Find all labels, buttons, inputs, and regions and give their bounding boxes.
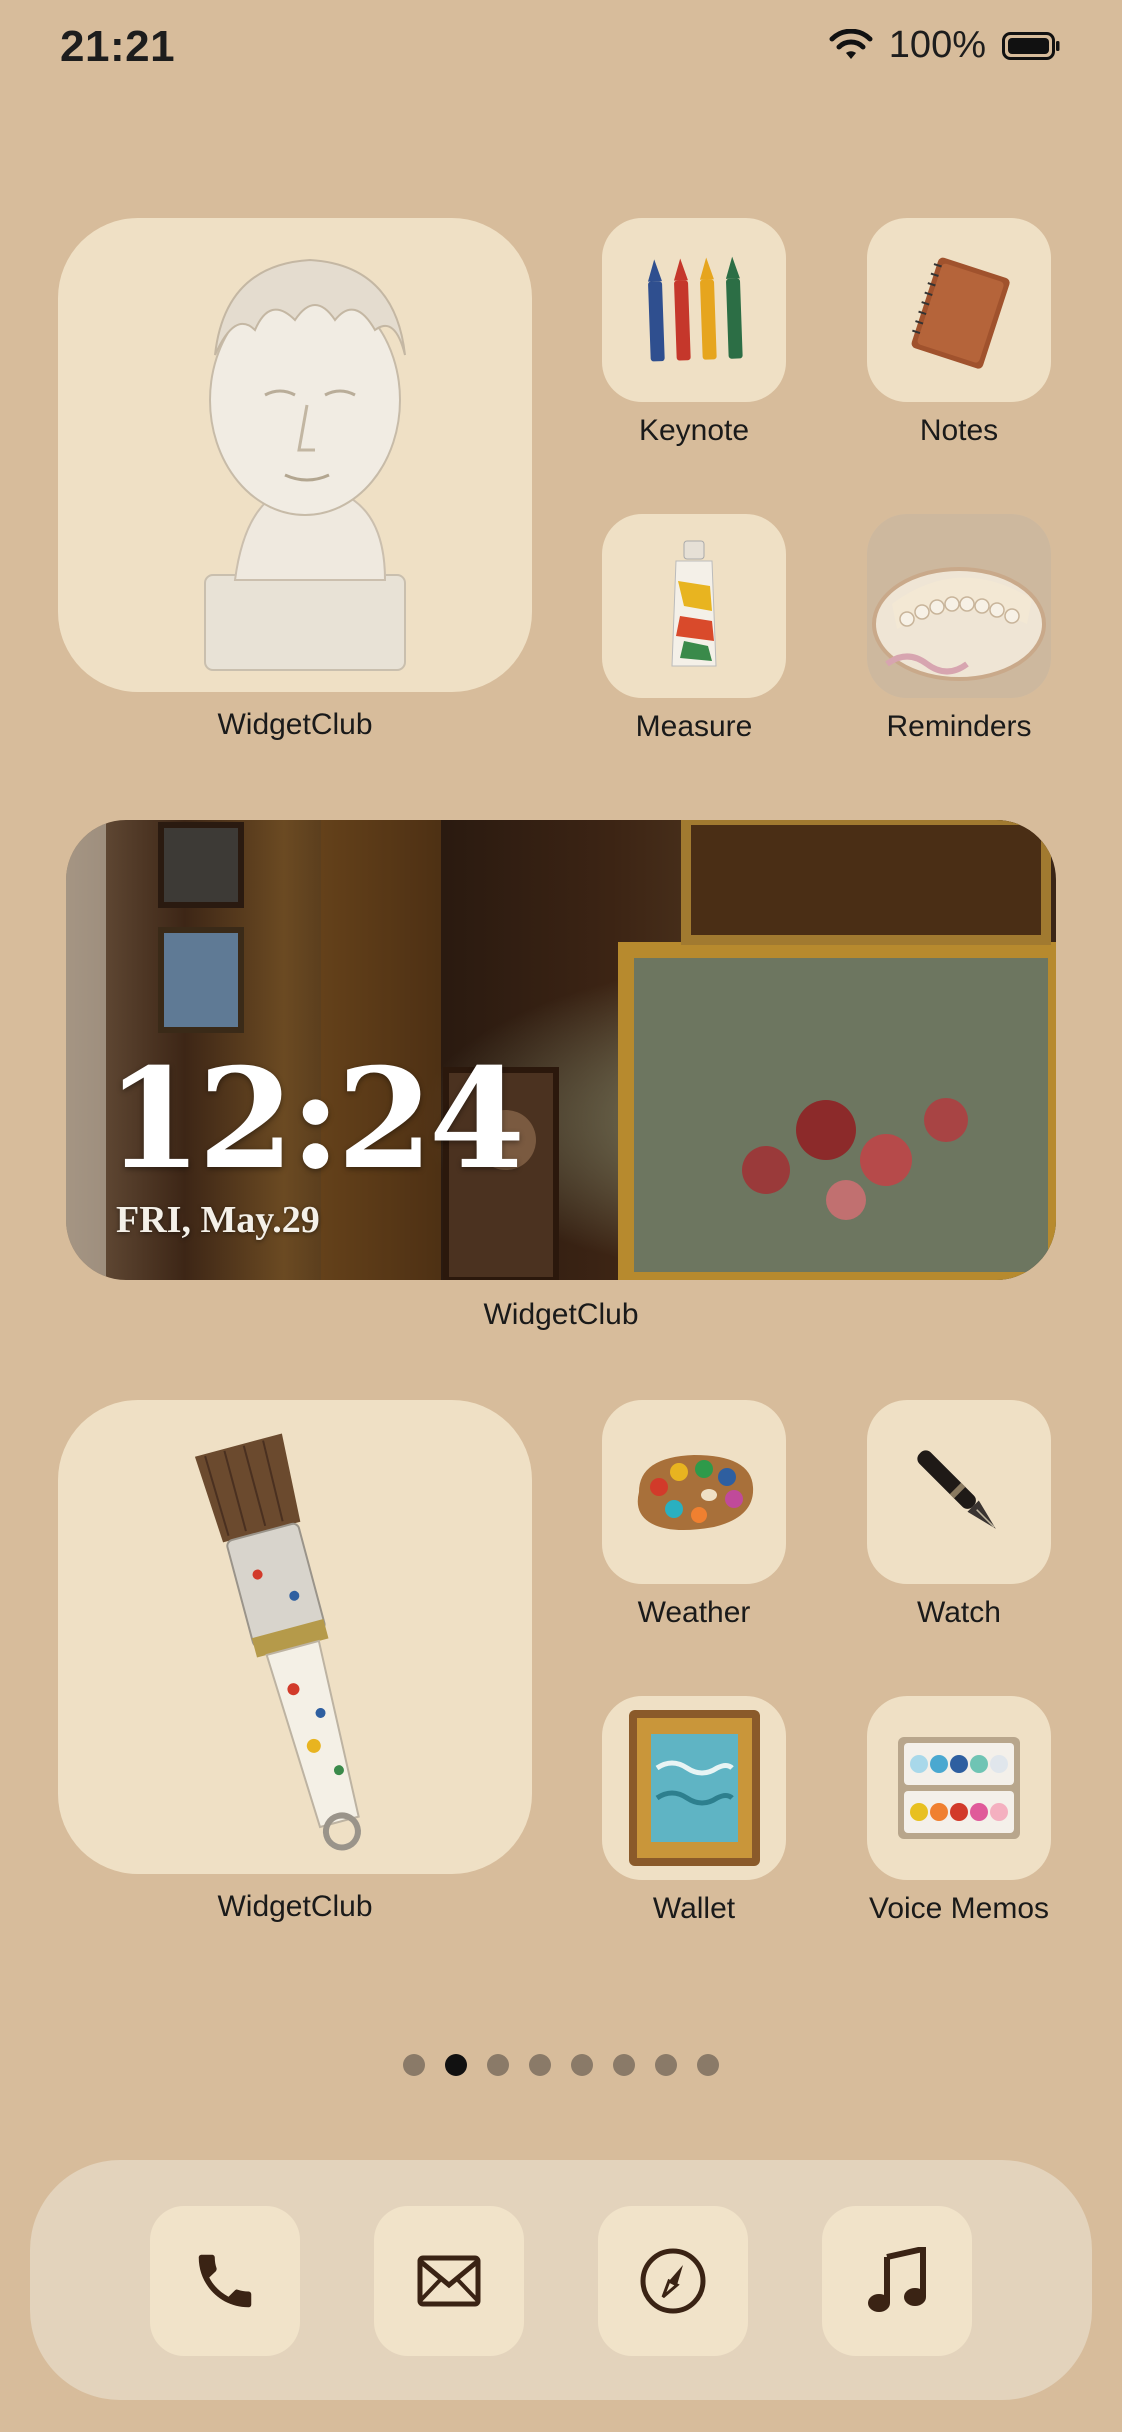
- app-reminders-label: Reminders: [886, 710, 1032, 743]
- app-notes-label: Notes: [919, 414, 999, 447]
- status-bar: 21:21 100%: [0, 0, 1122, 100]
- app-watch[interactable]: [867, 1400, 1051, 1584]
- framed-painting-icon: [628, 1710, 760, 1866]
- battery-icon: [1002, 31, 1060, 60]
- phone-icon: [198, 2254, 252, 2308]
- app-keynote-label: Keynote: [638, 414, 750, 447]
- clock-date: FRI, May.29: [116, 1199, 320, 1241]
- app-voice-memos-label: Voice Memos: [868, 1892, 1050, 1925]
- dock-music-button[interactable]: [822, 2206, 972, 2356]
- dock: [30, 2160, 1092, 2400]
- widget-clock[interactable]: 12:24 FRI, May.29: [66, 820, 1056, 1280]
- notebook-icon: [911, 257, 1010, 369]
- compass-icon: [640, 2248, 706, 2314]
- music-icon: [868, 2247, 926, 2312]
- widget-statue[interactable]: [58, 218, 532, 692]
- app-voice-memos[interactable]: [867, 1696, 1051, 1880]
- app-weather[interactable]: [602, 1400, 786, 1584]
- dock-phone-button[interactable]: [150, 2206, 300, 2356]
- page-dot[interactable]: [613, 2054, 635, 2076]
- app-measure-label: Measure: [635, 710, 753, 743]
- page-dot[interactable]: [655, 2054, 677, 2076]
- palette-icon: [637, 1455, 754, 1531]
- widget-paintbrush[interactable]: [58, 1400, 532, 1874]
- paintbrush-icon: [194, 1433, 361, 1851]
- dock-mail-button[interactable]: [374, 2206, 524, 2356]
- app-notes[interactable]: [867, 218, 1051, 402]
- status-time: 21:21: [60, 22, 176, 71]
- widget-statue-label: WidgetClub: [217, 708, 373, 741]
- page-dot-active[interactable]: [445, 2054, 467, 2076]
- page-dot[interactable]: [403, 2054, 425, 2076]
- watercolor-set-icon: [898, 1737, 1020, 1839]
- app-keynote[interactable]: [602, 218, 786, 402]
- crayons-icon: [647, 256, 743, 362]
- status-right: 100%: [829, 24, 1060, 67]
- paint-tube-icon: [671, 540, 717, 667]
- page-dot[interactable]: [571, 2054, 593, 2076]
- app-measure[interactable]: [602, 514, 786, 698]
- app-wallet[interactable]: [602, 1696, 786, 1880]
- fountain-pen-icon: [917, 1450, 996, 1529]
- widget-clock-label: WidgetClub: [483, 1298, 639, 1331]
- app-watch-label: Watch: [917, 1596, 1001, 1629]
- pearls-cake-icon: [867, 514, 1051, 698]
- page-dot[interactable]: [697, 2054, 719, 2076]
- wifi-icon: [829, 28, 873, 63]
- dock-compass-button[interactable]: [598, 2206, 748, 2356]
- clock-time: 12:24: [106, 1037, 525, 1200]
- app-wallet-label: Wallet: [652, 1892, 736, 1925]
- mail-icon: [417, 2255, 481, 2307]
- page-indicator[interactable]: [0, 2054, 1122, 2076]
- battery-percent: 100%: [888, 24, 986, 66]
- statue-bust-icon: [204, 258, 406, 671]
- app-reminders[interactable]: [867, 514, 1051, 698]
- page-dot[interactable]: [487, 2054, 509, 2076]
- page-dot[interactable]: [529, 2054, 551, 2076]
- widget-paintbrush-label: WidgetClub: [217, 1890, 373, 1923]
- app-weather-label: Weather: [637, 1596, 751, 1629]
